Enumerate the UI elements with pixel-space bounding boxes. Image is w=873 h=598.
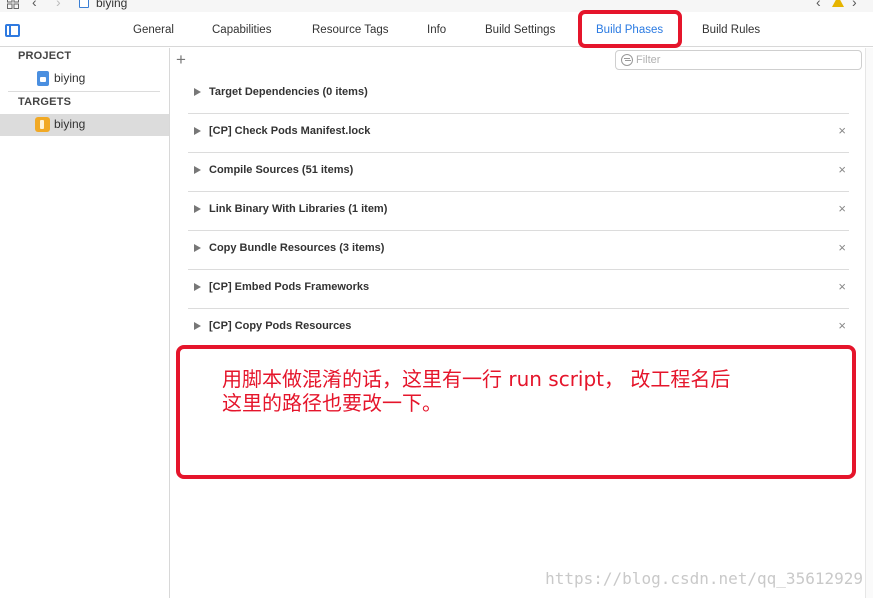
disclosure-triangle-icon[interactable] (194, 166, 201, 174)
back-arrow-icon[interactable]: ‹ (32, 0, 37, 10)
phase-title: Copy Bundle Resources (3 items) (209, 242, 385, 254)
path-bar: ‹ › biying ‹ › (0, 0, 873, 12)
remove-phase-icon[interactable]: × (838, 201, 846, 216)
disclosure-triangle-icon[interactable] (194, 322, 201, 330)
grid-icon[interactable] (7, 0, 19, 9)
phase-row[interactable]: [CP] Check Pods Manifest.lock × (188, 114, 849, 153)
inspector-edge (865, 48, 873, 598)
tab-build-settings[interactable]: Build Settings (485, 24, 555, 36)
remove-phase-icon[interactable]: × (838, 279, 846, 294)
watermark: https://blog.csdn.net/qq_35612929 (545, 569, 863, 588)
disclosure-triangle-icon[interactable] (194, 244, 201, 252)
remove-phase-icon[interactable]: × (838, 240, 846, 255)
sidebar-item-target[interactable]: biying (0, 114, 169, 136)
annotation-box: 用脚本做混淆的话，这里有一行 run script， 改工程名后 这里的路径也要… (176, 345, 856, 479)
warning-icon[interactable] (832, 0, 844, 7)
phase-row[interactable]: [CP] Copy Pods Resources × (188, 309, 849, 348)
tab-resource-tags[interactable]: Resource Tags (312, 24, 389, 36)
editor-tab-bar: General Capabilities Resource Tags Info … (0, 12, 873, 47)
tab-capabilities[interactable]: Capabilities (212, 24, 271, 36)
phase-row[interactable]: [CP] Embed Pods Frameworks × (188, 270, 849, 309)
phase-title: [CP] Copy Pods Resources (209, 320, 352, 332)
tab-info[interactable]: Info (427, 24, 446, 36)
phase-title: Link Binary With Libraries (1 item) (209, 203, 388, 215)
file-icon (79, 0, 89, 8)
build-phases-highlight (578, 10, 682, 48)
project-file-icon (37, 71, 49, 86)
filter-field[interactable] (615, 50, 862, 70)
build-phases-editor: + Target Dependencies (0 items) [CP] Che… (171, 48, 873, 598)
project-section-header: PROJECT (18, 50, 72, 62)
remove-phase-icon[interactable]: × (838, 318, 846, 333)
sidebar-item-label: biying (54, 71, 86, 85)
remove-phase-icon[interactable]: × (838, 123, 846, 138)
project-navigator-sidebar: PROJECT biying TARGETS biying (0, 48, 170, 598)
targets-section-header: TARGETS (18, 96, 72, 108)
phase-title: [CP] Check Pods Manifest.lock (209, 125, 371, 137)
sidebar-item-project[interactable]: biying (0, 68, 169, 90)
disclosure-triangle-icon[interactable] (194, 88, 201, 96)
disclosure-triangle-icon[interactable] (194, 127, 201, 135)
add-phase-button[interactable]: + (176, 50, 186, 70)
phase-row[interactable]: Target Dependencies (0 items) (188, 75, 849, 114)
next-issue-icon[interactable]: › (852, 0, 857, 10)
remove-phase-icon[interactable]: × (838, 162, 846, 177)
forward-arrow-icon[interactable]: › (56, 0, 61, 10)
sidebar-item-label: biying (54, 117, 86, 131)
tab-build-rules[interactable]: Build Rules (702, 24, 760, 36)
phase-row[interactable]: Compile Sources (51 items) × (188, 153, 849, 192)
phase-title: [CP] Embed Pods Frameworks (209, 281, 370, 293)
disclosure-triangle-icon[interactable] (194, 283, 201, 291)
sidebar-toggle-icon[interactable] (5, 24, 20, 37)
phase-title: Compile Sources (51 items) (209, 164, 354, 176)
filter-input[interactable] (636, 52, 856, 68)
app-target-icon (35, 117, 50, 132)
sidebar-divider (8, 91, 160, 92)
phase-row[interactable]: Link Binary With Libraries (1 item) × (188, 192, 849, 231)
disclosure-triangle-icon[interactable] (194, 205, 201, 213)
filter-icon (621, 54, 633, 66)
tab-general[interactable]: General (133, 24, 174, 36)
phase-title: Target Dependencies (0 items) (209, 86, 368, 98)
previous-issue-icon[interactable]: ‹ (816, 0, 821, 10)
breadcrumb[interactable]: biying (96, 0, 127, 10)
phase-row[interactable]: Copy Bundle Resources (3 items) × (188, 231, 849, 270)
annotation-text: 用脚本做混淆的话，这里有一行 run script， 改工程名后 这里的路径也要… (222, 367, 731, 415)
